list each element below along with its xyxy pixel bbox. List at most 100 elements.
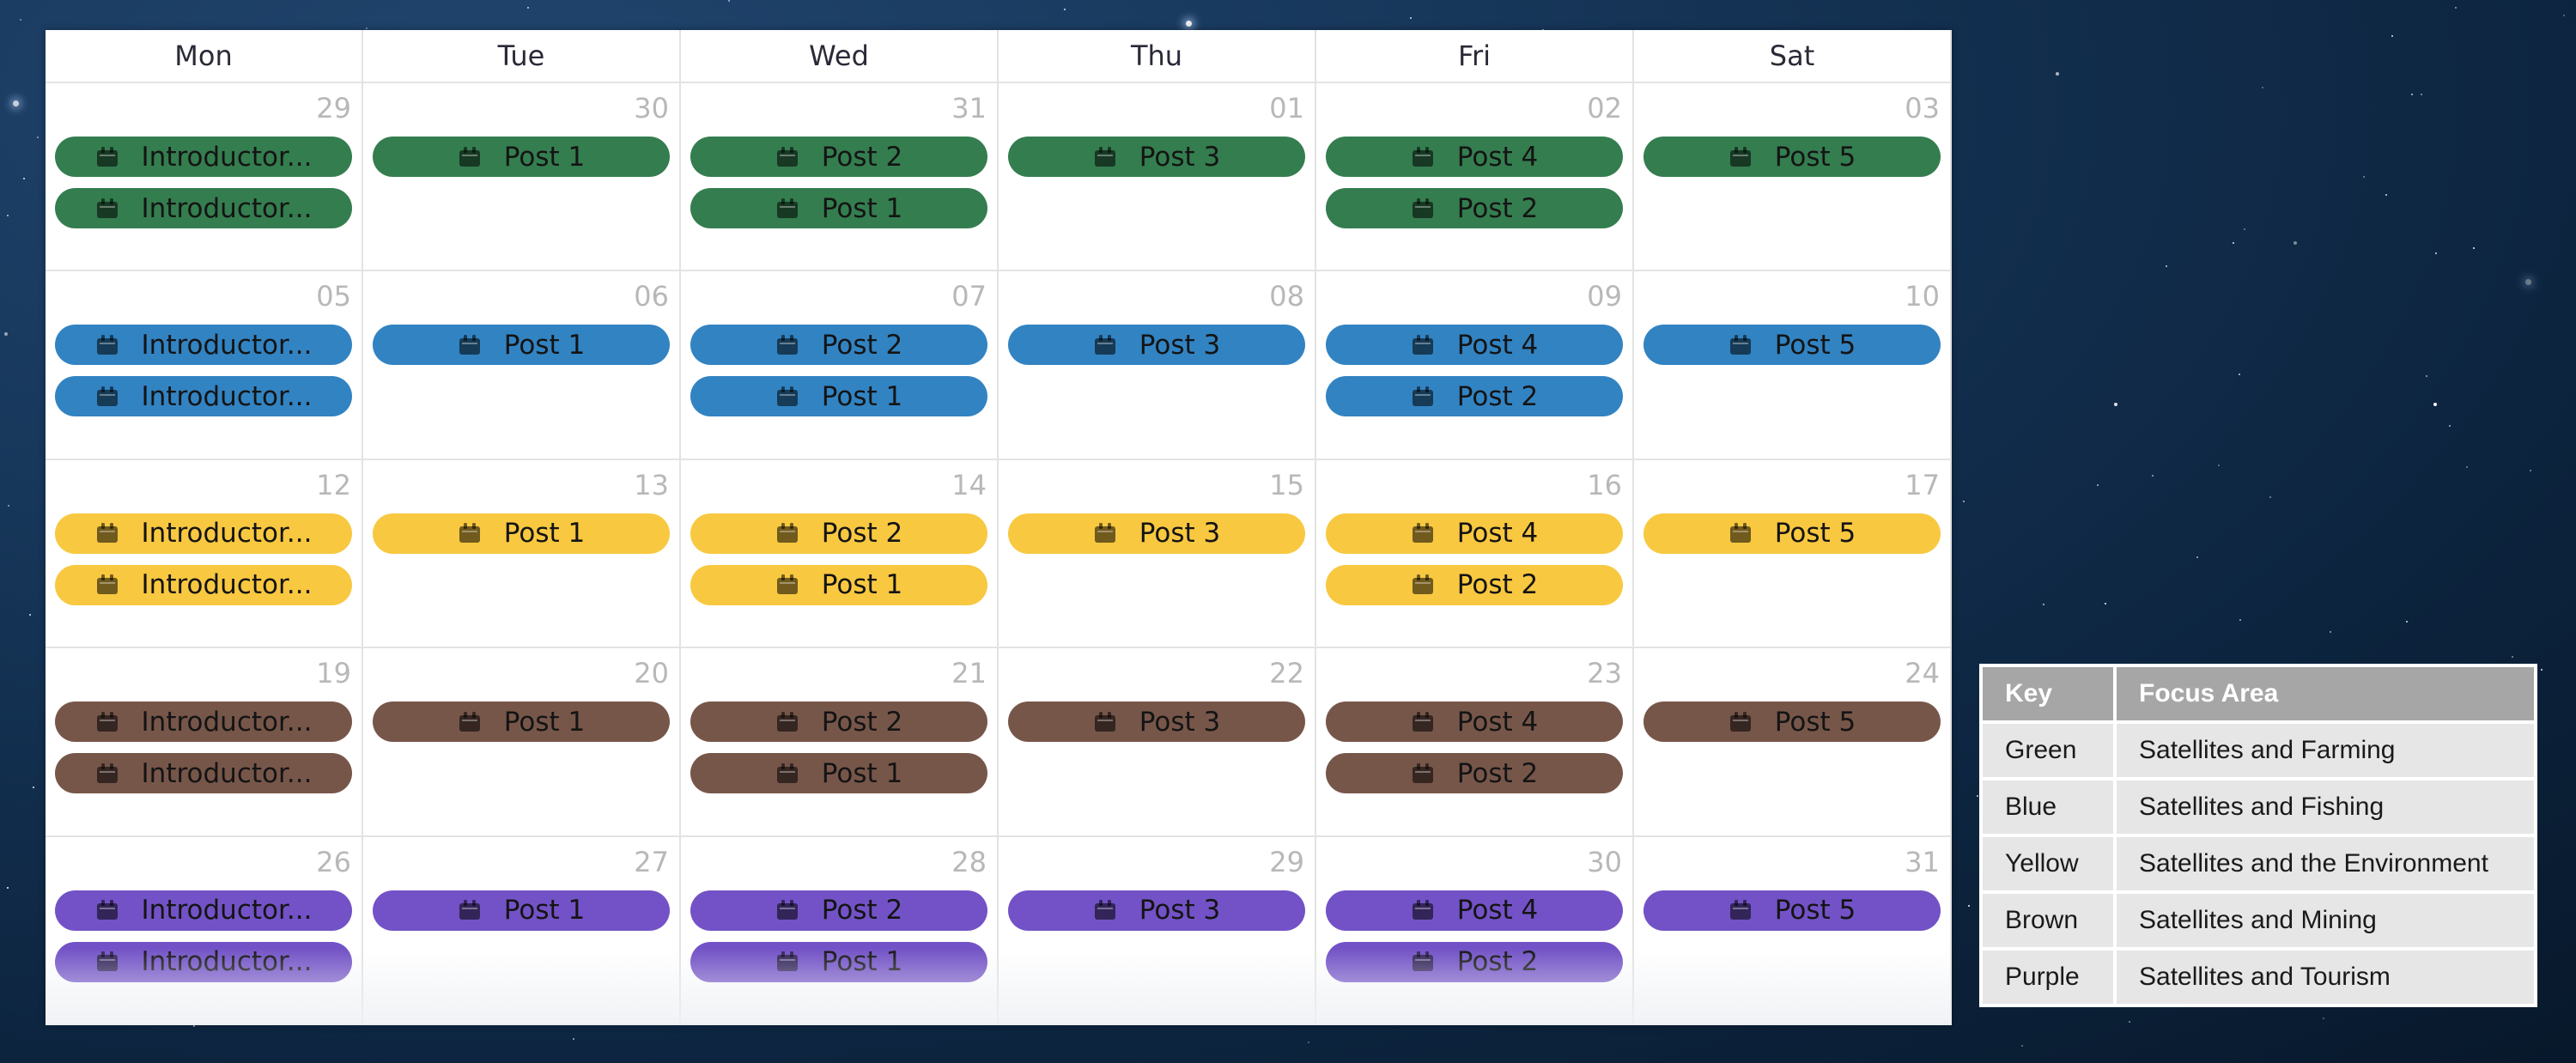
star xyxy=(2233,242,2234,244)
event-pill[interactable]: Post 1 xyxy=(690,564,987,605)
day-cell[interactable]: 22 Post 3 xyxy=(999,648,1316,837)
star xyxy=(23,178,25,179)
event-pill[interactable]: Post 3 xyxy=(1008,513,1305,554)
event-pill[interactable]: Introductor... xyxy=(55,890,352,931)
day-cell[interactable]: 21 Post 2 Post 1 xyxy=(681,648,999,837)
key-row-yellow: Yellow Satellites and the Environment xyxy=(1983,837,2534,890)
star xyxy=(2421,94,2422,95)
event-pill[interactable]: Post 2 xyxy=(690,137,987,177)
day-cell[interactable]: 02 Post 4 Post 2 xyxy=(1316,83,1634,272)
event-pill[interactable]: Introductor... xyxy=(55,188,352,228)
day-cell[interactable]: 01 Post 3 xyxy=(999,83,1316,272)
day-cell[interactable]: 29 Post 3 xyxy=(999,836,1316,1025)
event-pill[interactable]: Post 2 xyxy=(1326,564,1623,605)
event-label: Post 1 xyxy=(821,192,903,224)
calendar-event-icon xyxy=(458,146,482,167)
event-pill[interactable]: Post 1 xyxy=(373,890,670,931)
day-cell[interactable]: 10 Post 5 xyxy=(1634,271,1952,460)
star xyxy=(573,1038,574,1040)
event-pill[interactable]: Post 2 xyxy=(1326,941,1623,982)
event-pill[interactable]: Post 1 xyxy=(690,941,987,982)
day-cell[interactable]: 31 Post 2 Post 1 xyxy=(681,83,999,272)
event-pill[interactable]: Post 1 xyxy=(690,376,987,417)
star xyxy=(2433,403,2437,406)
star xyxy=(2262,87,2263,88)
event-label: Introductor... xyxy=(141,518,313,550)
event-pill[interactable]: Post 5 xyxy=(1643,325,1941,366)
event-pill[interactable]: Post 5 xyxy=(1643,890,1941,931)
event-pill[interactable]: Post 1 xyxy=(690,753,987,794)
event-pill[interactable]: Post 4 xyxy=(1326,890,1623,931)
day-cell[interactable]: 27 Post 1 xyxy=(363,836,681,1025)
star xyxy=(2406,621,2408,623)
date-number: 16 xyxy=(1587,468,1622,501)
star xyxy=(2129,1021,2130,1023)
event-pill[interactable]: Post 2 xyxy=(1326,753,1623,794)
day-cell[interactable]: 28 Post 2 Post 1 xyxy=(681,836,999,1025)
day-cell[interactable]: 26 Introductor... Introductor... xyxy=(46,836,363,1025)
event-pill[interactable]: Post 2 xyxy=(690,325,987,366)
day-cell[interactable]: 08 Post 3 xyxy=(999,271,1316,460)
event-pill[interactable]: Introductor... xyxy=(55,325,352,366)
day-cell[interactable]: 17 Post 5 xyxy=(1634,459,1952,649)
date-number: 31 xyxy=(1905,845,1940,878)
event-pill[interactable]: Post 2 xyxy=(690,513,987,554)
event-pill[interactable]: Post 5 xyxy=(1643,702,1941,743)
date-number: 17 xyxy=(1905,468,1940,501)
day-cell[interactable]: 07 Post 2 Post 1 xyxy=(681,271,999,460)
event-pill[interactable]: Introductor... xyxy=(55,564,352,605)
star xyxy=(2105,603,2106,604)
event-pill[interactable]: Post 2 xyxy=(690,702,987,743)
event-pill[interactable]: Post 4 xyxy=(1326,325,1623,366)
event-pill[interactable]: Post 3 xyxy=(1008,702,1305,743)
event-pill[interactable]: Post 1 xyxy=(373,513,670,554)
day-cell[interactable]: 23 Post 4 Post 2 xyxy=(1316,648,1634,837)
star xyxy=(33,787,34,788)
star xyxy=(193,1025,195,1027)
star xyxy=(2512,656,2513,658)
event-pill[interactable]: Post 4 xyxy=(1326,513,1623,554)
event-pill[interactable]: Post 2 xyxy=(690,890,987,931)
event-label: Introductor... xyxy=(141,757,313,789)
event-pill[interactable]: Post 2 xyxy=(1326,188,1623,228)
event-pill[interactable]: Post 1 xyxy=(373,325,670,366)
day-cell[interactable]: 05 Introductor... Introductor... xyxy=(46,271,363,460)
event-pill[interactable]: Introductor... xyxy=(55,376,352,417)
event-pill[interactable]: Post 3 xyxy=(1008,890,1305,931)
event-pill[interactable]: Post 5 xyxy=(1643,513,1941,554)
day-cell[interactable]: 20 Post 1 xyxy=(363,648,681,837)
event-pill[interactable]: Introductor... xyxy=(55,941,352,982)
day-cell[interactable]: 30 Post 4 Post 2 xyxy=(1316,836,1634,1025)
date-number: 07 xyxy=(951,280,987,313)
event-pill[interactable]: Post 4 xyxy=(1326,702,1623,743)
day-header-thu: Thu xyxy=(999,30,1316,83)
event-pill[interactable]: Post 1 xyxy=(373,137,670,177)
day-cell[interactable]: 19 Introductor... Introductor... xyxy=(46,648,363,837)
day-cell[interactable]: 29 Introductor... Introductor... xyxy=(46,83,363,272)
event-pill[interactable]: Introductor... xyxy=(55,753,352,794)
day-cell[interactable]: 14 Post 2 Post 1 xyxy=(681,459,999,649)
event-pill[interactable]: Post 2 xyxy=(1326,376,1623,417)
date-number: 10 xyxy=(1905,280,1940,313)
day-cell[interactable]: 12 Introductor... Introductor... xyxy=(46,459,363,649)
event-pill[interactable]: Post 3 xyxy=(1008,137,1305,177)
event-pill[interactable]: Post 1 xyxy=(690,188,987,228)
key-table-header-row: Key Focus Area xyxy=(1983,667,2534,720)
day-cell[interactable]: 09 Post 4 Post 2 xyxy=(1316,271,1634,460)
event-pill[interactable]: Post 4 xyxy=(1326,137,1623,177)
star xyxy=(2411,94,2413,95)
day-cell[interactable]: 03 Post 5 xyxy=(1634,83,1952,272)
event-pill[interactable]: Introductor... xyxy=(55,702,352,743)
day-cell[interactable]: 13 Post 1 xyxy=(363,459,681,649)
event-pill[interactable]: Post 5 xyxy=(1643,137,1941,177)
event-pill[interactable]: Introductor... xyxy=(55,513,352,554)
day-cell[interactable]: 24 Post 5 xyxy=(1634,648,1952,837)
event-pill[interactable]: Post 1 xyxy=(373,702,670,743)
day-cell[interactable]: 16 Post 4 Post 2 xyxy=(1316,459,1634,649)
day-cell[interactable]: 30 Post 1 xyxy=(363,83,681,272)
day-cell[interactable]: 31 Post 5 xyxy=(1634,836,1952,1025)
day-cell[interactable]: 06 Post 1 xyxy=(363,271,681,460)
event-pill[interactable]: Introductor... xyxy=(55,137,352,177)
event-pill[interactable]: Post 3 xyxy=(1008,325,1305,366)
day-cell[interactable]: 15 Post 3 xyxy=(999,459,1316,649)
